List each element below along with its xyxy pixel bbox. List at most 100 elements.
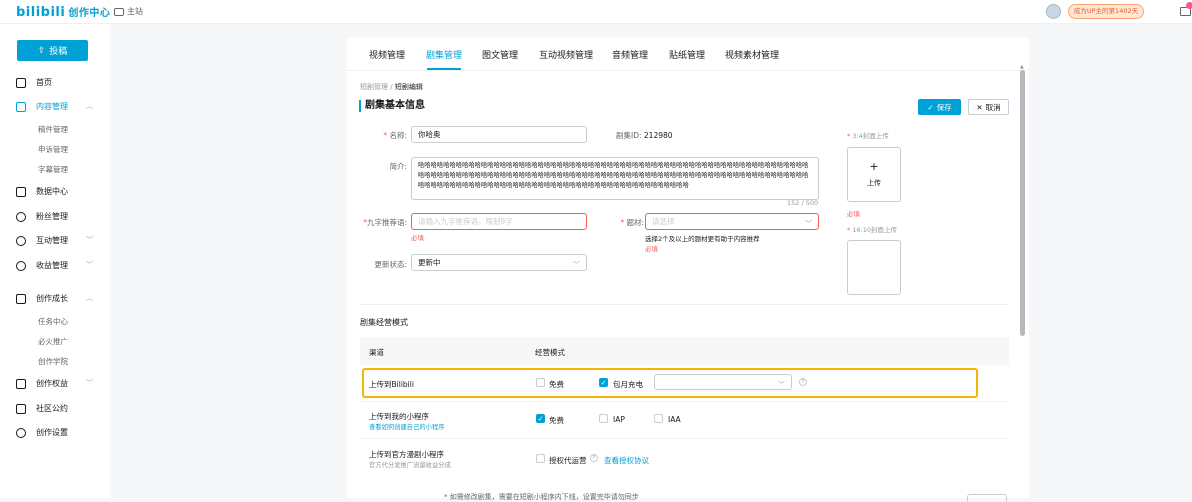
home-icon bbox=[16, 77, 26, 88]
tab-interactive-video[interactable]: 互动视频管理 bbox=[539, 48, 593, 61]
document-icon bbox=[16, 101, 26, 112]
sidebar-item-income[interactable]: 收益管理 bbox=[16, 260, 68, 271]
chevron-up-icon[interactable]: ︿ bbox=[86, 101, 93, 111]
intro-textarea[interactable]: 哈哈哈哈哈哈哈哈哈哈哈哈哈哈哈哈哈哈哈哈哈哈哈哈哈哈哈哈哈哈哈哈哈哈哈哈哈哈哈哈… bbox=[411, 157, 819, 200]
theme-error: 必填 bbox=[645, 245, 658, 253]
cancel-button[interactable]: ✕ 取消 bbox=[968, 99, 1009, 115]
money-icon bbox=[16, 260, 26, 271]
tab-sticker[interactable]: 贴纸管理 bbox=[669, 48, 705, 61]
gear-icon bbox=[16, 427, 26, 438]
notification-dot bbox=[1186, 2, 1192, 9]
cover-1610-upload[interactable] bbox=[847, 240, 901, 295]
row-official-title: 上传到官方漫剧小程序 bbox=[369, 450, 444, 459]
tab-material[interactable]: 视频素材管理 bbox=[725, 48, 779, 61]
sidebar-sub-promotion[interactable]: 必火推广 bbox=[38, 336, 68, 347]
ops-title: 剧集经营模式 bbox=[360, 318, 408, 327]
theme-hint: 选择2个及以上的题材更有助于内容推荐 bbox=[645, 235, 760, 243]
breadcrumb-parent[interactable]: 短剧管理 bbox=[360, 83, 388, 91]
bottom-button[interactable] bbox=[967, 494, 1007, 502]
sidebar-item-rights[interactable]: 创作权益 bbox=[16, 378, 68, 389]
rec-label: *九字推荐语: bbox=[363, 218, 407, 227]
status-label: 更新状态: bbox=[374, 260, 407, 269]
sidebar-sub-tasks[interactable]: 任务中心 bbox=[38, 316, 68, 327]
free-checkbox-miniapp[interactable]: ✓ bbox=[536, 414, 545, 423]
iap-checkbox[interactable] bbox=[599, 414, 608, 423]
status-select[interactable]: 更新中 ﹀ bbox=[411, 254, 587, 271]
sidebar-item-growth[interactable]: 创作成长 bbox=[16, 293, 68, 304]
sidebar-item-content[interactable]: 内容管理 bbox=[16, 101, 68, 112]
upload-button[interactable]: ⇪ 投稿 bbox=[17, 40, 88, 61]
sidebar-sub-manuscripts[interactable]: 稿件管理 bbox=[38, 124, 68, 135]
breadcrumb-current: 短剧编辑 bbox=[394, 83, 423, 91]
sidebar: ⇪ 投稿 首页 内容管理 ︿ 稿件管理 申诉管理 字幕管理 数据中心 粉丝管理 互… bbox=[0, 24, 110, 498]
plus-icon: + bbox=[869, 160, 879, 173]
theme-label: * 题材: bbox=[620, 218, 644, 227]
sidebar-item-convention[interactable]: 社区公约 bbox=[16, 403, 68, 414]
cover-34-upload[interactable]: + 上传 bbox=[847, 147, 901, 202]
row-miniapp-title: 上传到我的小程序 bbox=[369, 412, 429, 421]
series-id-label: 剧集ID: 212980 bbox=[616, 131, 673, 140]
scrollbar[interactable] bbox=[1020, 70, 1025, 336]
active-tab-indicator bbox=[427, 68, 461, 70]
auth-checkbox[interactable] bbox=[536, 454, 545, 463]
page-title: 剧集基本信息 bbox=[359, 100, 425, 112]
highlight-box bbox=[362, 368, 978, 398]
chevron-down-icon[interactable]: ﹀ bbox=[86, 260, 93, 270]
user-icon bbox=[16, 211, 26, 222]
footnote: * 如需修改剧集，需要在短剧小程序内下线，设置完毕请勿同步 bbox=[444, 493, 639, 501]
sidebar-sub-appeals[interactable]: 申诉管理 bbox=[38, 144, 68, 155]
divider bbox=[359, 304, 1009, 305]
chevron-down-icon: ﹀ bbox=[805, 220, 812, 228]
tab-series[interactable]: 剧集管理 bbox=[426, 48, 462, 61]
chevron-up-icon[interactable]: ︿ bbox=[86, 293, 93, 303]
flag-icon bbox=[16, 378, 26, 389]
iaa-checkbox[interactable] bbox=[654, 414, 663, 423]
name-label: * 名称: bbox=[383, 131, 407, 140]
check-icon: ✓ bbox=[927, 102, 934, 112]
sidebar-sub-subtitles[interactable]: 字幕管理 bbox=[38, 164, 68, 175]
name-input[interactable]: 你哈奥 bbox=[411, 126, 587, 143]
cover-1610-label: * 16:10封面上传 bbox=[847, 226, 898, 234]
row-official-desc: 官方代分发推广流量收益分成 bbox=[369, 462, 451, 469]
rec-input[interactable]: 请输入九字推荐语，限制9字 bbox=[411, 213, 587, 230]
sidebar-item-interaction[interactable]: 互动管理 bbox=[16, 235, 68, 246]
ops-table-header: 渠道 经营模式 bbox=[360, 337, 1009, 365]
chevron-down-icon: ﹀ bbox=[573, 261, 580, 269]
home-link[interactable]: 主站 bbox=[114, 6, 143, 17]
col-mode: 经营模式 bbox=[535, 348, 565, 357]
graduation-cap-icon bbox=[16, 293, 26, 304]
up-days-badge[interactable]: 成为UP主的第1402天 bbox=[1068, 4, 1144, 19]
top-bar: bilibili 创作中心 主站 成为UP主的第1402天 bbox=[0, 0, 1192, 24]
col-channel: 渠道 bbox=[369, 348, 384, 357]
sidebar-item-data[interactable]: 数据中心 bbox=[16, 186, 68, 197]
agreement-link[interactable]: 查看授权协议 bbox=[604, 455, 649, 466]
upload-icon: ⇪ bbox=[37, 45, 46, 56]
sidebar-sub-academy[interactable]: 创作学院 bbox=[38, 356, 68, 367]
intro-label: 简介: bbox=[389, 162, 407, 171]
data-icon bbox=[16, 186, 26, 197]
tab-video[interactable]: 视频管理 bbox=[369, 48, 405, 61]
tab-audio[interactable]: 音频管理 bbox=[612, 48, 648, 61]
tv-icon bbox=[114, 7, 124, 16]
sidebar-item-home[interactable]: 首页 bbox=[16, 77, 52, 88]
sidebar-item-settings[interactable]: 创作设置 bbox=[16, 427, 68, 438]
cover-34-label: * 3:4封面上传 bbox=[847, 132, 889, 140]
chevron-down-icon[interactable]: ﹀ bbox=[86, 378, 93, 388]
tab-article[interactable]: 图文管理 bbox=[482, 48, 518, 61]
intro-counter: 152 / 500 bbox=[787, 199, 819, 207]
theme-select[interactable]: 请选择 ﹀ bbox=[645, 213, 819, 230]
main-panel: 视频管理 剧集管理 图文管理 互动视频管理 音频管理 贴纸管理 视频素材管理 短… bbox=[347, 37, 1029, 502]
help-icon[interactable]: ? bbox=[590, 454, 598, 462]
miniapp-help-link[interactable]: 查看如何创建自己的小程序 bbox=[369, 422, 445, 431]
avatar[interactable] bbox=[1046, 4, 1061, 19]
tab-bar: 视频管理 剧集管理 图文管理 互动视频管理 音频管理 贴纸管理 视频素材管理 bbox=[347, 37, 1029, 71]
rec-error: 必填 bbox=[411, 234, 424, 242]
logo[interactable]: bilibili 创作中心 bbox=[16, 4, 110, 20]
save-button[interactable]: ✓ 保存 bbox=[918, 99, 961, 115]
book-icon bbox=[16, 403, 26, 414]
close-icon: ✕ bbox=[976, 102, 983, 112]
cover-34-error: 必填 bbox=[847, 210, 860, 218]
chevron-down-icon[interactable]: ﹀ bbox=[86, 235, 93, 245]
breadcrumb: 短剧管理 / 短剧编辑 bbox=[360, 83, 423, 91]
sidebar-item-fans[interactable]: 粉丝管理 bbox=[16, 211, 68, 222]
